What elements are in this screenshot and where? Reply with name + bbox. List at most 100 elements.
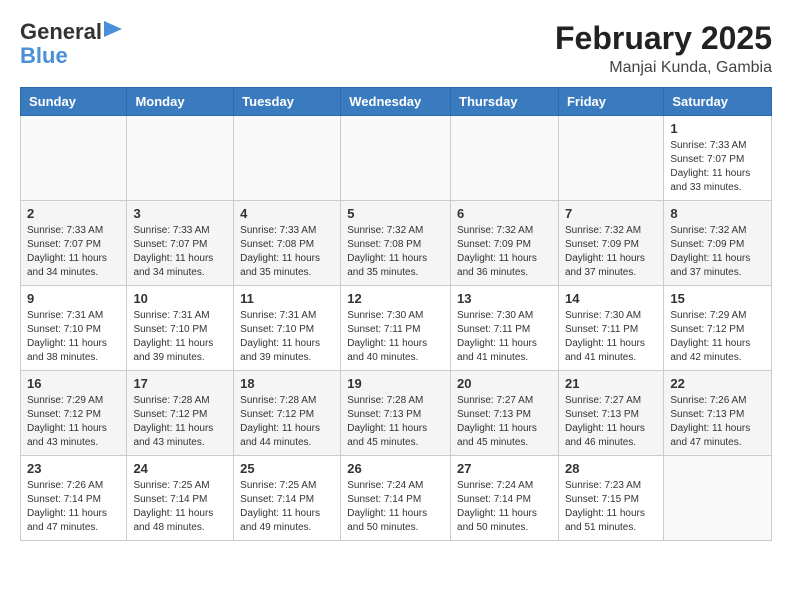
day-number: 6 (457, 206, 552, 221)
day-number: 4 (240, 206, 334, 221)
day-content: Sunrise: 7:32 AM Sunset: 7:09 PM Dayligh… (565, 224, 657, 280)
col-header-friday: Friday (558, 88, 663, 116)
day-number: 3 (133, 206, 227, 221)
day-content: Sunrise: 7:30 AM Sunset: 7:11 PM Dayligh… (347, 309, 444, 365)
calendar-cell: 16 Sunrise: 7:29 AM Sunset: 7:12 PM Dayli… (21, 371, 127, 456)
calendar-subtitle: Manjai Kunda, Gambia (555, 59, 772, 77)
day-content: Sunrise: 7:33 AM Sunset: 7:08 PM Dayligh… (240, 224, 334, 280)
col-header-monday: Monday (127, 88, 234, 116)
calendar-header-row: SundayMondayTuesdayWednesdayThursdayFrid… (21, 88, 772, 116)
calendar-cell: 8 Sunrise: 7:32 AM Sunset: 7:09 PM Daylig… (664, 201, 772, 286)
day-content: Sunrise: 7:32 AM Sunset: 7:09 PM Dayligh… (457, 224, 552, 280)
day-content: Sunrise: 7:23 AM Sunset: 7:15 PM Dayligh… (565, 479, 657, 535)
day-content: Sunrise: 7:24 AM Sunset: 7:14 PM Dayligh… (457, 479, 552, 535)
day-number: 12 (347, 291, 444, 306)
day-content: Sunrise: 7:30 AM Sunset: 7:11 PM Dayligh… (457, 309, 552, 365)
day-number: 13 (457, 291, 552, 306)
calendar-cell: 3 Sunrise: 7:33 AM Sunset: 7:07 PM Daylig… (127, 201, 234, 286)
day-number: 7 (565, 206, 657, 221)
day-number: 5 (347, 206, 444, 221)
day-content: Sunrise: 7:31 AM Sunset: 7:10 PM Dayligh… (240, 309, 334, 365)
calendar-cell: 11 Sunrise: 7:31 AM Sunset: 7:10 PM Dayli… (234, 286, 341, 371)
calendar-table: SundayMondayTuesdayWednesdayThursdayFrid… (20, 87, 772, 541)
day-number: 25 (240, 461, 334, 476)
calendar-cell (664, 456, 772, 541)
day-number: 15 (670, 291, 765, 306)
week-row-3: 9 Sunrise: 7:31 AM Sunset: 7:10 PM Daylig… (21, 286, 772, 371)
calendar-cell (234, 116, 341, 201)
day-content: Sunrise: 7:31 AM Sunset: 7:10 PM Dayligh… (133, 309, 227, 365)
day-number: 8 (670, 206, 765, 221)
title-block: February 2025 Manjai Kunda, Gambia (555, 20, 772, 77)
calendar-cell: 23 Sunrise: 7:26 AM Sunset: 7:14 PM Dayli… (21, 456, 127, 541)
logo-blue: Blue (20, 44, 126, 68)
calendar-cell: 20 Sunrise: 7:27 AM Sunset: 7:13 PM Dayli… (451, 371, 559, 456)
day-number: 23 (27, 461, 120, 476)
col-header-wednesday: Wednesday (341, 88, 451, 116)
day-content: Sunrise: 7:29 AM Sunset: 7:12 PM Dayligh… (27, 394, 120, 450)
calendar-cell: 24 Sunrise: 7:25 AM Sunset: 7:14 PM Dayli… (127, 456, 234, 541)
calendar-cell: 12 Sunrise: 7:30 AM Sunset: 7:11 PM Dayli… (341, 286, 451, 371)
day-content: Sunrise: 7:28 AM Sunset: 7:12 PM Dayligh… (133, 394, 227, 450)
week-row-5: 23 Sunrise: 7:26 AM Sunset: 7:14 PM Dayli… (21, 456, 772, 541)
week-row-2: 2Sunrise: 7:33 AM Sunset: 7:07 PM Daylig… (21, 201, 772, 286)
calendar-cell: 13 Sunrise: 7:30 AM Sunset: 7:11 PM Dayli… (451, 286, 559, 371)
calendar-cell: 15 Sunrise: 7:29 AM Sunset: 7:12 PM Dayli… (664, 286, 772, 371)
calendar-cell: 25 Sunrise: 7:25 AM Sunset: 7:14 PM Dayli… (234, 456, 341, 541)
calendar-cell (341, 116, 451, 201)
calendar-cell: 14 Sunrise: 7:30 AM Sunset: 7:11 PM Dayli… (558, 286, 663, 371)
day-number: 14 (565, 291, 657, 306)
col-header-saturday: Saturday (664, 88, 772, 116)
day-content: Sunrise: 7:33 AM Sunset: 7:07 PM Dayligh… (670, 139, 765, 195)
calendar-cell: 22 Sunrise: 7:26 AM Sunset: 7:13 PM Dayli… (664, 371, 772, 456)
calendar-cell: 7 Sunrise: 7:32 AM Sunset: 7:09 PM Daylig… (558, 201, 663, 286)
page-header: General Blue February 2025 Manjai Kunda,… (20, 20, 772, 77)
calendar-cell: 9 Sunrise: 7:31 AM Sunset: 7:10 PM Daylig… (21, 286, 127, 371)
day-content: Sunrise: 7:33 AM Sunset: 7:07 PM Dayligh… (27, 224, 120, 280)
day-number: 18 (240, 376, 334, 391)
day-content: Sunrise: 7:25 AM Sunset: 7:14 PM Dayligh… (133, 479, 227, 535)
day-number: 28 (565, 461, 657, 476)
day-content: Sunrise: 7:26 AM Sunset: 7:14 PM Dayligh… (27, 479, 120, 535)
logo: General Blue (20, 20, 126, 68)
calendar-cell: 2Sunrise: 7:33 AM Sunset: 7:07 PM Daylig… (21, 201, 127, 286)
day-content: Sunrise: 7:28 AM Sunset: 7:12 PM Dayligh… (240, 394, 334, 450)
calendar-cell: 26Sunrise: 7:24 AM Sunset: 7:14 PM Dayli… (341, 456, 451, 541)
day-content: Sunrise: 7:32 AM Sunset: 7:09 PM Dayligh… (670, 224, 765, 280)
calendar-cell: 18 Sunrise: 7:28 AM Sunset: 7:12 PM Dayli… (234, 371, 341, 456)
day-content: Sunrise: 7:28 AM Sunset: 7:13 PM Dayligh… (347, 394, 444, 450)
day-content: Sunrise: 7:27 AM Sunset: 7:13 PM Dayligh… (565, 394, 657, 450)
day-content: Sunrise: 7:33 AM Sunset: 7:07 PM Dayligh… (133, 224, 227, 280)
calendar-cell: 10 Sunrise: 7:31 AM Sunset: 7:10 PM Dayli… (127, 286, 234, 371)
day-content: Sunrise: 7:26 AM Sunset: 7:13 PM Dayligh… (670, 394, 765, 450)
day-number: 27 (457, 461, 552, 476)
calendar-cell: 19Sunrise: 7:28 AM Sunset: 7:13 PM Dayli… (341, 371, 451, 456)
calendar-cell (127, 116, 234, 201)
calendar-cell: 1 Sunrise: 7:33 AM Sunset: 7:07 PM Daylig… (664, 116, 772, 201)
day-number: 11 (240, 291, 334, 306)
day-content: Sunrise: 7:30 AM Sunset: 7:11 PM Dayligh… (565, 309, 657, 365)
day-content: Sunrise: 7:27 AM Sunset: 7:13 PM Dayligh… (457, 394, 552, 450)
day-number: 1 (670, 121, 765, 136)
day-content: Sunrise: 7:25 AM Sunset: 7:14 PM Dayligh… (240, 479, 334, 535)
day-number: 24 (133, 461, 227, 476)
day-content: Sunrise: 7:29 AM Sunset: 7:12 PM Dayligh… (670, 309, 765, 365)
week-row-4: 16 Sunrise: 7:29 AM Sunset: 7:12 PM Dayli… (21, 371, 772, 456)
calendar-cell: 27 Sunrise: 7:24 AM Sunset: 7:14 PM Dayli… (451, 456, 559, 541)
week-row-1: 1 Sunrise: 7:33 AM Sunset: 7:07 PM Daylig… (21, 116, 772, 201)
day-content: Sunrise: 7:32 AM Sunset: 7:08 PM Dayligh… (347, 224, 444, 280)
day-number: 20 (457, 376, 552, 391)
logo-general: General (20, 20, 102, 44)
calendar-cell (558, 116, 663, 201)
day-number: 16 (27, 376, 120, 391)
calendar-cell: 28 Sunrise: 7:23 AM Sunset: 7:15 PM Dayli… (558, 456, 663, 541)
day-number: 21 (565, 376, 657, 391)
day-number: 17 (133, 376, 227, 391)
calendar-cell (451, 116, 559, 201)
day-content: Sunrise: 7:24 AM Sunset: 7:14 PM Dayligh… (347, 479, 444, 535)
logo-icon (104, 21, 122, 43)
day-content: Sunrise: 7:31 AM Sunset: 7:10 PM Dayligh… (27, 309, 120, 365)
day-number: 22 (670, 376, 765, 391)
day-number: 9 (27, 291, 120, 306)
day-number: 10 (133, 291, 227, 306)
